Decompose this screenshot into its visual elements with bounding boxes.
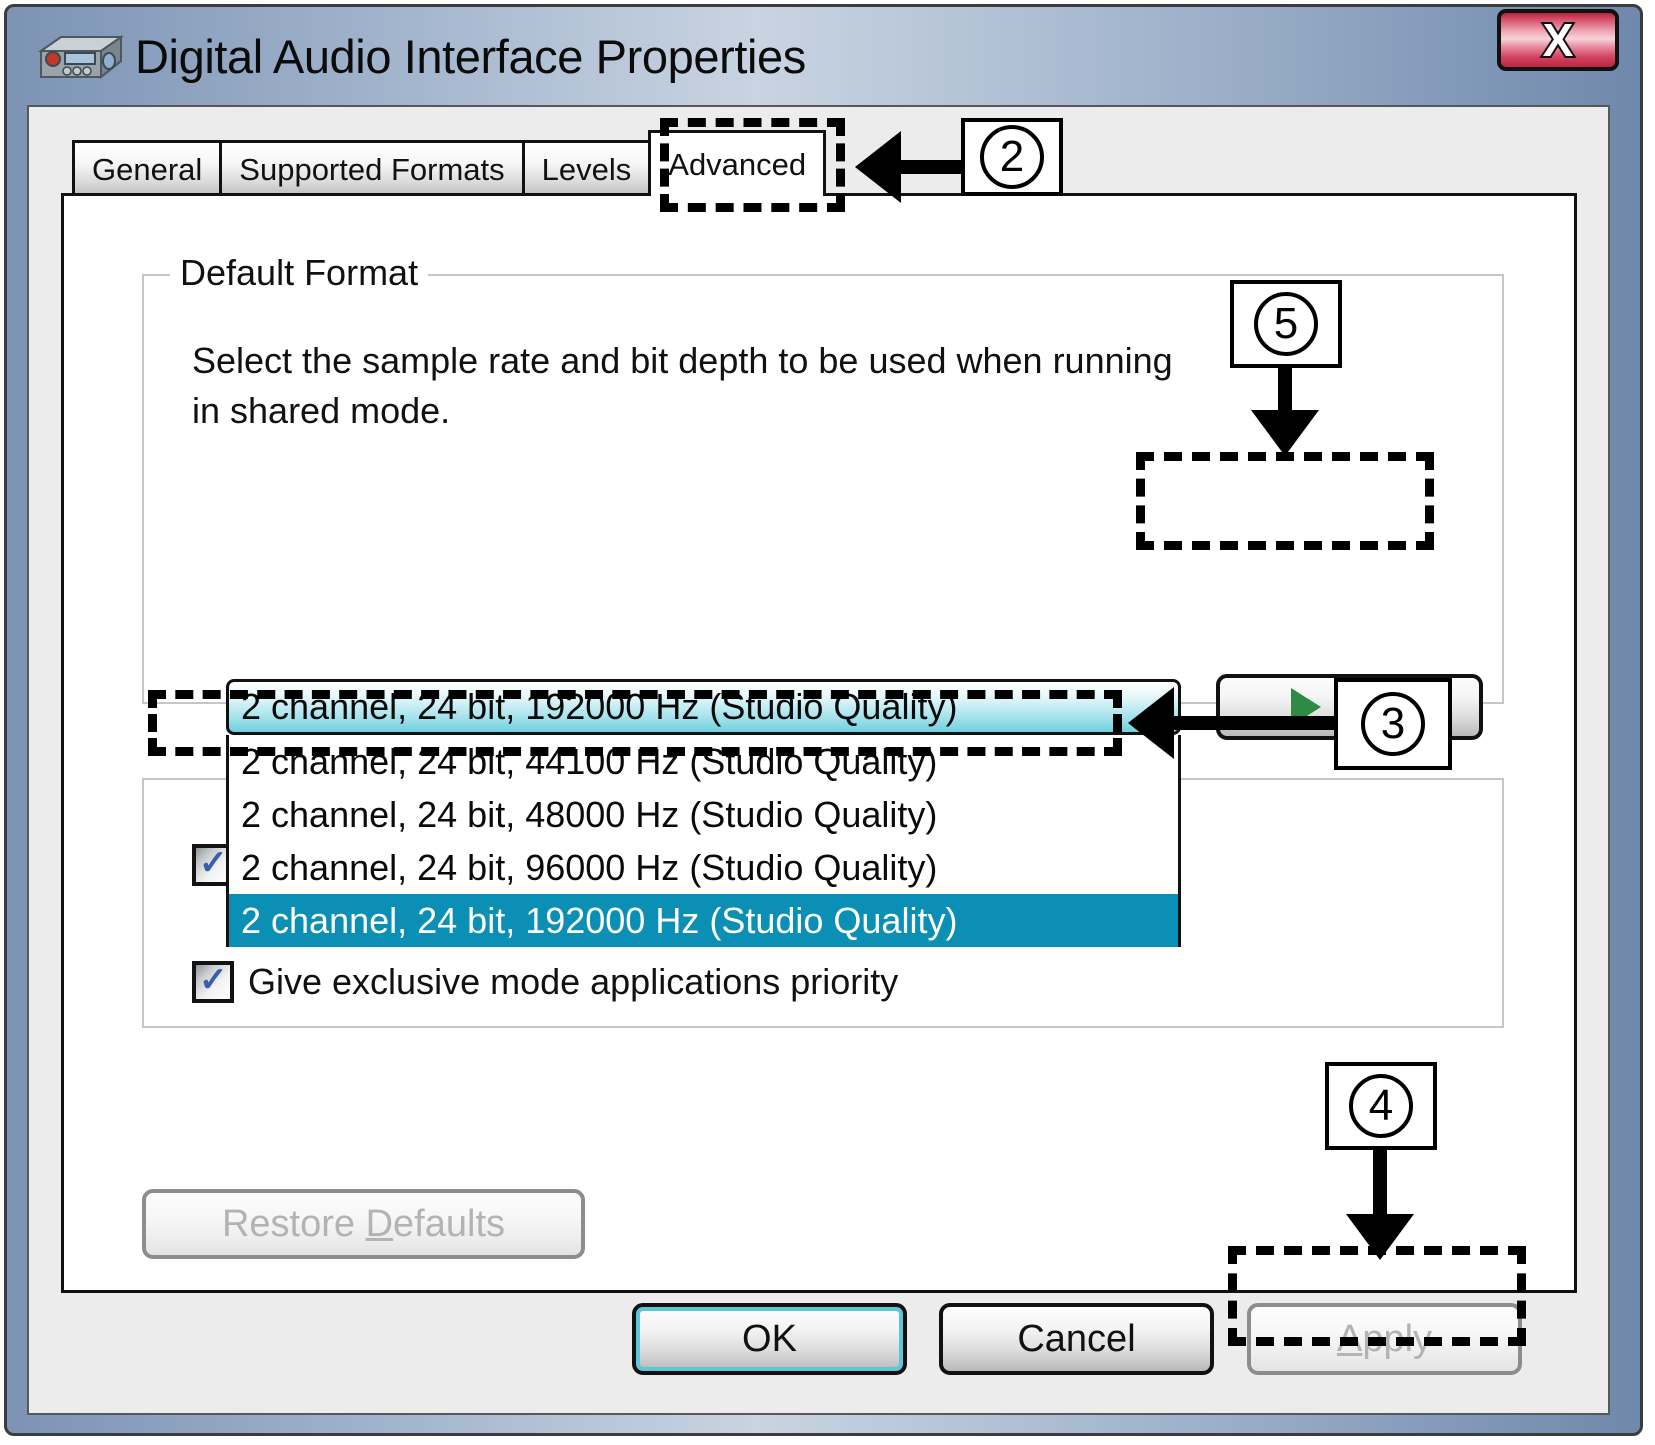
tab-general-label: General — [92, 152, 202, 188]
default-format-dropdown-list[interactable]: 2 channel, 24 bit, 44100 Hz (Studio Qual… — [226, 735, 1181, 947]
screenshot-root: Digital Audio Interface Properties X Gen… — [0, 0, 1655, 1445]
cancel-button[interactable]: Cancel — [939, 1303, 1214, 1375]
play-icon — [1291, 688, 1321, 726]
annotation-badge-2: 2 — [961, 118, 1063, 196]
tab-levels[interactable]: Levels — [522, 140, 652, 196]
annotation-badge-3: 3 — [1334, 678, 1452, 770]
give-priority-row[interactable]: ✓ Give exclusive mode applications prior… — [192, 961, 898, 1003]
cancel-button-label: Cancel — [1017, 1318, 1135, 1361]
default-format-group-title: Default Format — [170, 252, 428, 294]
annotation-badge-3-number: 3 — [1361, 692, 1425, 756]
tab-supported-formats[interactable]: Supported Formats — [219, 140, 524, 196]
list-item[interactable]: 2 channel, 24 bit, 48000 Hz (Studio Qual… — [229, 788, 1178, 841]
annotation-badge-5: 5 — [1230, 280, 1342, 368]
check-icon: ✓ — [199, 962, 228, 998]
apply-button[interactable]: Apply — [1247, 1303, 1522, 1375]
annotation-badge-4: 4 — [1325, 1062, 1437, 1150]
tab-advanced-label: Advanced — [668, 147, 806, 183]
list-item[interactable]: 2 channel, 24 bit, 44100 Hz (Studio Qual… — [229, 735, 1178, 788]
window-title: Digital Audio Interface Properties — [135, 29, 806, 84]
tab-general[interactable]: General — [72, 140, 222, 196]
annotation-badge-2-number: 2 — [980, 125, 1044, 189]
default-format-description-line2: in shared mode. — [192, 386, 450, 436]
close-button[interactable]: X — [1497, 9, 1619, 71]
audio-device-icon — [25, 29, 125, 89]
close-icon: X — [1543, 17, 1574, 63]
list-item-label: 2 channel, 24 bit, 192000 Hz (Studio Qua… — [241, 900, 957, 942]
give-priority-label: Give exclusive mode applications priorit… — [248, 961, 898, 1003]
check-icon: ✓ — [199, 845, 228, 881]
list-item[interactable]: 2 channel, 24 bit, 96000 Hz (Studio Qual… — [229, 841, 1178, 894]
apply-button-label: Apply — [1337, 1318, 1432, 1361]
tab-levels-label: Levels — [542, 152, 632, 188]
ok-button-label: OK — [742, 1318, 797, 1361]
default-format-description-line1: Select the sample rate and bit depth to … — [192, 336, 1173, 386]
restore-defaults-button[interactable]: Restore Defaults — [142, 1189, 585, 1259]
ok-button[interactable]: OK — [632, 1303, 907, 1375]
tab-supported-formats-label: Supported Formats — [239, 152, 504, 188]
default-format-combobox-value: 2 channel, 24 bit, 192000 Hz (Studio Qua… — [229, 686, 957, 728]
tab-advanced[interactable]: Advanced — [648, 130, 826, 196]
tab-strip: General Supported Formats Levels Advance… — [72, 138, 823, 196]
list-item-label: 2 channel, 24 bit, 44100 Hz (Studio Qual… — [241, 741, 937, 783]
restore-defaults-label: Restore Defaults — [222, 1203, 505, 1246]
default-format-combobox[interactable]: 2 channel, 24 bit, 192000 Hz (Studio Qua… — [226, 679, 1181, 735]
title-bar: Digital Audio Interface Properties X — [7, 7, 1640, 107]
annotation-badge-5-number: 5 — [1254, 292, 1318, 356]
give-priority-checkbox[interactable]: ✓ — [192, 961, 234, 1003]
list-item-label: 2 channel, 24 bit, 96000 Hz (Studio Qual… — [241, 847, 937, 889]
list-item-label: 2 channel, 24 bit, 48000 Hz (Studio Qual… — [241, 794, 937, 836]
list-item-selected[interactable]: 2 channel, 24 bit, 192000 Hz (Studio Qua… — [229, 894, 1178, 947]
annotation-badge-4-number: 4 — [1349, 1074, 1413, 1138]
